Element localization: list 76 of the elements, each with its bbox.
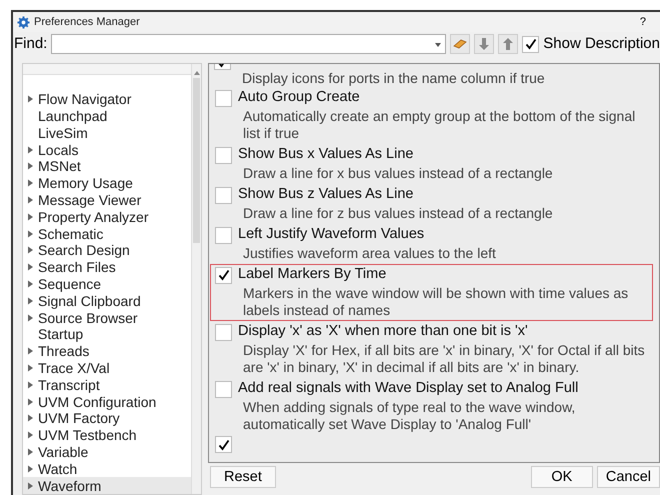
tree-item[interactable]: Search Files [23, 258, 191, 276]
tree-item[interactable]: LiveSim [23, 124, 191, 142]
tree-item[interactable]: Schematic [23, 225, 191, 242]
tree-item[interactable]: Sequence [23, 276, 191, 292]
preference-description: Justifies waveform area values to the left [242, 245, 497, 262]
up-arrow-icon [502, 37, 514, 51]
scroll-up-icon[interactable] [194, 70, 200, 76]
checkbox[interactable] [215, 226, 232, 244]
tree-item[interactable]: Variable [23, 444, 191, 460]
eraser-icon [452, 39, 467, 49]
preference-description: When adding signals of type real to the wave window, automatically set Wave Display to 'Analog Full' [242, 399, 576, 433]
preference-item[interactable]: Show Bus x Values As Line Draw a line for x bus values instead of a rectangle [210, 144, 653, 184]
preference-description: Markers in the wave window will be shown with time values as labels instead of names [242, 285, 630, 319]
checkbox[interactable] [215, 146, 232, 164]
preference-title: Show Bus x Values As Line [238, 145, 414, 164]
tree-item[interactable]: Startup [23, 326, 191, 343]
tree-item[interactable]: Transcript [23, 376, 191, 394]
checkbox[interactable] [215, 380, 232, 398]
check-icon [218, 438, 230, 450]
preference-description: Draw a line for x bus values instead of a rectangle [242, 165, 554, 182]
preference-item[interactable]: Display 'x' as 'X' when more than one bit is 'x' Display 'X' for Hex, if all bits are 'x' in binary, 'X' for Octal if all bits are 'x' in binary, 'X' in decimal if all bits are 'x' in binary. [210, 321, 653, 378]
checkbox[interactable] [215, 266, 232, 284]
preference-title: Show Bus z Values As Line [238, 185, 414, 204]
tree-item[interactable]: Locals [23, 141, 191, 158]
tree-item[interactable]: UVM Configuration [23, 393, 191, 410]
gear-icon [17, 16, 30, 28]
window-title: Preferences Manager [34, 14, 140, 30]
tree-item[interactable]: Watch [23, 460, 191, 478]
scrollbar[interactable] [191, 64, 201, 494]
reset-button[interactable]: Reset [210, 466, 276, 488]
down-button[interactable] [474, 34, 494, 54]
find-label: Find: [14, 34, 48, 54]
tree-item[interactable]: Flow Navigator [23, 90, 191, 108]
preference-item[interactable]: Left Justify Waveform Values Justifies waveform area values to the left [210, 224, 653, 264]
preference-title: Display 'x' as 'X' when more than one bit is 'x' [238, 322, 528, 342]
preference-item[interactable]: Show Bus z Values As Line Draw a line for z bus values instead of a rectangle [210, 184, 653, 224]
tree-item[interactable]: UVM Factory [23, 410, 191, 427]
tree-item[interactable]: Trace X/Val [23, 360, 191, 376]
tree-item[interactable]: Source Browser [23, 309, 191, 326]
tree-item[interactable]: Waveform [23, 477, 191, 494]
tree-item[interactable]: Launchpad [23, 108, 191, 124]
preference-item[interactable]: Auto Group Create Automatically create an empty group at the bottom of the signal list if true [210, 87, 653, 144]
find-field[interactable] [51, 34, 446, 54]
tree-item[interactable]: MSNet [23, 158, 191, 175]
checkbox[interactable] [215, 324, 232, 340]
show-description-label: Show Description [543, 34, 660, 54]
preference-item[interactable]: Label Markers By Time Markers in the wave window will be shown with time values as labels instead of names [210, 264, 653, 321]
down-arrow-icon [478, 37, 490, 51]
help-button[interactable]: ? [640, 14, 646, 30]
expand-arrow-icon[interactable] [27, 448, 34, 456]
preference-title: Add real signals with Wave Display set to Analog Full [238, 379, 578, 398]
tree-item[interactable]: Memory Usage [23, 174, 191, 192]
preference-description: Automatically create an empty group at the bottom of the signal list if true [242, 108, 636, 142]
preference-title: Left Justify Waveform Values [238, 225, 424, 244]
cancel-button[interactable]: Cancel [596, 466, 660, 488]
expand-arrow-icon[interactable] [27, 95, 34, 104]
preference-title: Label Markers By Time [238, 265, 386, 284]
preference-description: Draw a line for z bus values instead of a rectangle [242, 205, 554, 222]
checkbox[interactable] [215, 436, 232, 453]
tree-item[interactable]: Threads [23, 342, 191, 360]
preference-title: Auto Group Create [238, 88, 360, 108]
preference-description: Display 'X' for Hex, if all bits are 'x' in binary, 'X' for Octal if all bits are 'x' in binary, 'X' in decimal if all bits are 'x' in binary. [242, 342, 646, 376]
checkbox[interactable] [215, 186, 232, 204]
tree-item[interactable]: Signal Clipboard [23, 292, 191, 310]
tree-item[interactable]: Message Viewer [23, 192, 191, 208]
checkbox[interactable] [215, 90, 232, 106]
preference-item[interactable]: Add real signals with Wave Display set to Analog Full When adding signals of type real to the wave window, automatically set Wave Display to 'Analog Full' [210, 378, 653, 435]
check-icon [218, 269, 230, 281]
tree-item[interactable]: UVM Testbench [23, 426, 191, 444]
preference-description: Display icons for ports in the name column if true [241, 70, 546, 87]
ok-button[interactable]: OK [530, 466, 593, 488]
show-description-checkbox[interactable] [522, 36, 540, 52]
tree-item[interactable]: Property Analyzer [23, 208, 191, 226]
eraser-button[interactable] [450, 34, 470, 54]
check-icon [524, 38, 537, 50]
tree-item[interactable]: Search Design [23, 242, 191, 259]
